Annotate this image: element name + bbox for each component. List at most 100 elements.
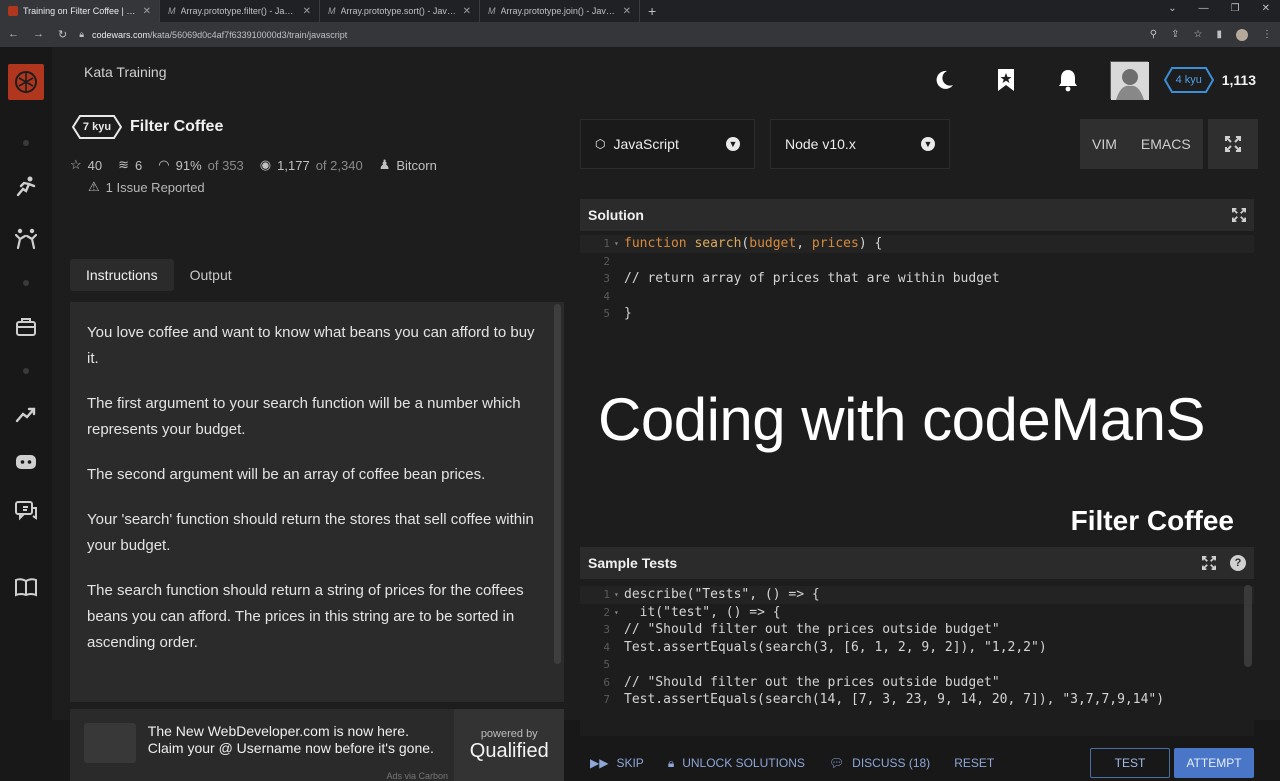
vim-mode-button[interactable]: VIM [1092, 136, 1117, 152]
overlay-title: Coding with codeManS [598, 386, 1206, 453]
maximize-icon[interactable]: ❐ [1231, 3, 1240, 14]
url-host: codewars.com [92, 29, 151, 40]
sidebar-item-jobs-icon[interactable] [13, 314, 39, 340]
close-tab-icon[interactable]: ✕ [303, 6, 311, 17]
sidepanel-icon[interactable]: ▮ [1216, 29, 1222, 40]
fullscreen-button[interactable] [1207, 119, 1258, 169]
close-tab-icon[interactable]: ✕ [623, 6, 631, 17]
browser-tab-sort[interactable]: M Array.prototype.sort() - JavaScript ✕ [320, 0, 480, 22]
tab-title: Array.prototype.sort() - JavaScript [340, 6, 457, 16]
browser-tab-strip: Training on Filter Coffee | Codewars ✕ M… [0, 0, 1280, 22]
sidebar-item-leaderboard-icon[interactable] [13, 402, 39, 428]
language-select[interactable]: ⬡ JavaScript ▼ [580, 119, 755, 169]
forward-icon[interactable]: → [33, 28, 44, 41]
instruction-paragraph: The search function should return a stri… [87, 582, 524, 651]
zoom-icon[interactable]: ⚲ [1150, 29, 1157, 40]
code-line: 5 [603, 658, 610, 672]
unlock-solutions-button[interactable]: 🔒︎ UNLOCK SOLUTIONS [668, 756, 805, 771]
sidebar-item-discord-icon[interactable] [13, 450, 39, 476]
bookmark-star-icon[interactable]: ☆ [1194, 29, 1203, 40]
sidebar-divider-dot [23, 140, 29, 146]
profile-avatar[interactable] [1236, 28, 1248, 41]
sample-tests-title: Sample Tests [588, 555, 678, 571]
solution-comment: // return array of prices that are withi… [624, 271, 1000, 287]
bookmark-icon[interactable] [994, 68, 1018, 92]
lock-icon: 🔒︎ [667, 755, 675, 770]
code-line: 1 ▾ describe("Tests", () => { [580, 586, 1254, 604]
solution-title: Solution [588, 207, 644, 223]
code-line: 3// return array of prices that are with… [603, 271, 1000, 287]
satisfaction-icon: ◠ [158, 157, 170, 172]
tests-scrollbar[interactable] [1244, 585, 1252, 667]
discuss-button[interactable]: 💬︎ DISCUSS (18) [829, 756, 930, 770]
honor-score: 1,113 [1221, 72, 1256, 88]
close-tab-icon[interactable]: ✕ [143, 6, 151, 17]
code-line: 1 ▾ function search(budget, prices) { [580, 235, 1254, 253]
minimize-icon[interactable]: — [1199, 3, 1209, 14]
stars-count: 40 [87, 157, 103, 173]
overlay-subtitle: Filter Coffee [1070, 505, 1234, 536]
close-window-icon[interactable]: ✕ [1262, 3, 1270, 14]
back-icon[interactable]: ← [8, 28, 19, 41]
author-name[interactable]: Bitcorn [396, 158, 436, 173]
browser-tab-join[interactable]: M Array.prototype.join() - JavaScript ✕ [480, 0, 640, 22]
sidebar-item-docs-icon[interactable] [13, 574, 39, 600]
expand-icon[interactable] [1202, 556, 1216, 570]
tab-search-icon[interactable]: ⌄ [1168, 3, 1176, 14]
chevron-down-icon: ▼ [726, 137, 740, 151]
author-icon: ♟ [378, 157, 391, 172]
skip-button[interactable]: ▶▶ SKIP [590, 756, 644, 770]
tab-output[interactable]: Output [174, 259, 248, 291]
language-value: JavaScript [613, 136, 679, 152]
test-button[interactable]: TEST [1090, 748, 1170, 778]
dark-mode-moon-icon[interactable] [932, 68, 956, 92]
emacs-mode-button[interactable]: EMACS [1141, 136, 1191, 152]
url-field[interactable]: 🔒︎ codewars.com /kata/56069d0c4af7f63391… [79, 29, 1150, 40]
kyu-badge: 7 kyu [71, 115, 123, 139]
sample-tests-editor[interactable]: 1 ▾ describe("Tests", () => { 2 ▾ it("test"… [580, 586, 1254, 736]
assert-2-args: (14, [7, 3, 23, 9, 14, 20, 7]) [811, 692, 1047, 708]
fullscreen-icon [1224, 136, 1241, 152]
warning-icon: ⚠ [88, 179, 100, 194]
codewars-logo[interactable] [8, 64, 44, 100]
reload-icon[interactable]: ↻ [58, 28, 67, 41]
code-line: 4 [603, 289, 610, 303]
reset-button[interactable]: RESET [954, 756, 994, 770]
browser-tab-filter[interactable]: M Array.prototype.filter() - JavaScript … [160, 0, 320, 22]
rank-badge[interactable]: 4 kyu [1163, 67, 1214, 93]
sidebar-item-chat-icon[interactable] [13, 498, 39, 524]
sidebar-item-practice-icon[interactable] [13, 174, 39, 200]
instructions-scrollbar[interactable] [554, 304, 561, 664]
ad-line-1: The New WebDeveloper.com is now here. [147, 723, 409, 739]
url-path: /kata/56069d0c4af7f633910000d3/train/jav… [150, 29, 348, 40]
completed-count: 1,177 [277, 157, 310, 173]
runtime-select[interactable]: Node v10.x ▼ [770, 119, 950, 169]
rank-label: 4 kyu [1175, 74, 1202, 86]
notifications-bell-icon[interactable] [1056, 68, 1080, 92]
new-tab-button[interactable]: + [648, 3, 656, 19]
sidebar [0, 47, 52, 720]
expand-icon[interactable] [1232, 208, 1246, 222]
issues-link[interactable]: ⚠ 1 Issue Reported [88, 179, 205, 195]
window-controls: ⌄ — ❐ ✕ [1168, 3, 1270, 14]
browser-tab-codewars[interactable]: Training on Filter Coffee | Codewars ✕ [0, 0, 160, 22]
star-icon[interactable]: ☆ [70, 157, 82, 173]
share-icon[interactable]: ⇪ [1171, 29, 1179, 40]
solution-header: Solution [580, 199, 1254, 231]
mdn-favicon-icon: M [488, 6, 496, 16]
assert-1-args: (3, [6, 1, 2, 9, 2]) [811, 639, 969, 655]
sidebar-item-compete-icon[interactable] [13, 226, 39, 252]
user-avatar[interactable] [1109, 61, 1149, 100]
code-line: 2 [603, 254, 610, 268]
tab-instructions[interactable]: Instructions [70, 259, 174, 291]
menu-kebab-icon[interactable]: ⋮ [1262, 29, 1272, 40]
instruction-paragraph: You love coffee and want to know what be… [87, 324, 535, 367]
skip-icon: ▶▶ [590, 756, 609, 770]
close-tab-icon[interactable]: ✕ [463, 6, 471, 17]
lock-icon: 🔒︎ [79, 29, 85, 39]
runtime-value: Node v10.x [785, 136, 856, 152]
attempt-button[interactable]: ATTEMPT [1174, 748, 1254, 778]
breadcrumb[interactable]: Kata Training [84, 64, 167, 80]
help-icon[interactable]: ? [1230, 555, 1246, 571]
ads-via-carbon[interactable]: Ads via Carbon [386, 771, 448, 781]
